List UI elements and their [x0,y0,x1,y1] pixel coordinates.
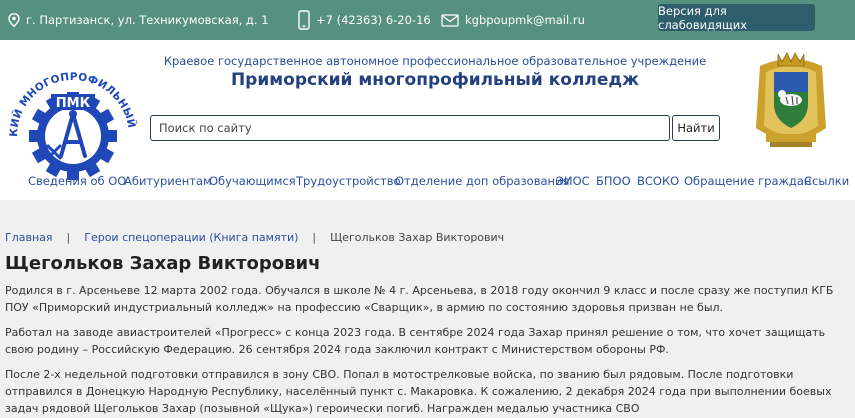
college-logo[interactable]: ПРИМОРСКИЙ МНОГОПРОФИЛЬНЫЙ КОЛЛЕДЖ [0,41,142,190]
article-paragraph: Родился в г. Арсеньеве 12 марта 2002 год… [5,284,834,314]
nav-item-students[interactable]: Обучающимся [209,174,296,188]
breadcrumb-current: Щегольков Захар Викторович [330,231,505,244]
nav-item-info[interactable]: Сведения об ОО [28,174,126,188]
email[interactable]: kgbpoupmk@mail.ru [441,0,585,40]
mail-icon [441,13,459,27]
nav-item-additional-ed[interactable]: Отделение доп образования [395,174,569,188]
nav-item-eios[interactable]: ЭИОС [556,174,590,188]
search-input[interactable] [150,115,670,141]
nav-item-applicants[interactable]: Абитуриентам [124,174,212,188]
article-paragraph: После 2-х недельной подготовки отправилс… [5,368,832,415]
article-paragraph: Работал на заводе авиастроителей «Прогре… [5,326,826,356]
phone[interactable]: +7 (42363) 6-20-16 [298,0,431,40]
nav-item-appeals[interactable]: Обращение граждан [684,174,811,188]
low-vision-button[interactable]: Версия для слабовидящих [658,4,815,32]
phone-icon [298,10,310,30]
breadcrumb-home[interactable]: Главная [5,231,53,244]
logo-abbr: ПМК [56,96,91,111]
page-title: Щегольков Захар Викторович [5,253,321,274]
header: ПРИМОРСКИЙ МНОГОПРОФИЛЬНЫЙ КОЛЛЕДЖ [0,40,855,200]
top-bar: г. Партизанск, ул. Техникумовская, д. 1 … [0,0,855,40]
address: г. Партизанск, ул. Техникумовская, д. 1 [8,0,269,40]
phone-text: +7 (42363) 6-20-16 [316,13,431,27]
nav-item-bpoo[interactable]: БПОО [596,174,631,188]
primorsky-coat-of-arms [752,48,830,153]
location-icon [8,13,20,27]
breadcrumb: Главная | Герои спецоперации (Книга памя… [5,231,504,244]
org-subtitle: Краевое государственное автономное профе… [163,54,707,68]
address-text: г. Партизанск, ул. Техникумовская, д. 1 [26,13,269,27]
breadcrumb-separator: | [312,231,317,244]
nav-item-employment[interactable]: Трудоустройство [296,174,401,188]
nav-item-links[interactable]: Ссылки [804,174,849,188]
breadcrumb-separator: | [66,231,71,244]
search-button[interactable]: Найти [672,115,720,141]
content-area: Главная | Герои спецоперации (Книга памя… [0,200,855,418]
nav-item-vsoko[interactable]: ВСОКО [637,174,679,188]
email-text: kgbpoupmk@mail.ru [465,13,585,27]
breadcrumb-section[interactable]: Герои спецоперации (Книга памяти) [84,231,298,244]
college-title[interactable]: Приморский многопрофильный колледж [150,70,720,90]
main-nav: Сведения об ОО Абитуриентам Обучающимся … [0,174,855,192]
